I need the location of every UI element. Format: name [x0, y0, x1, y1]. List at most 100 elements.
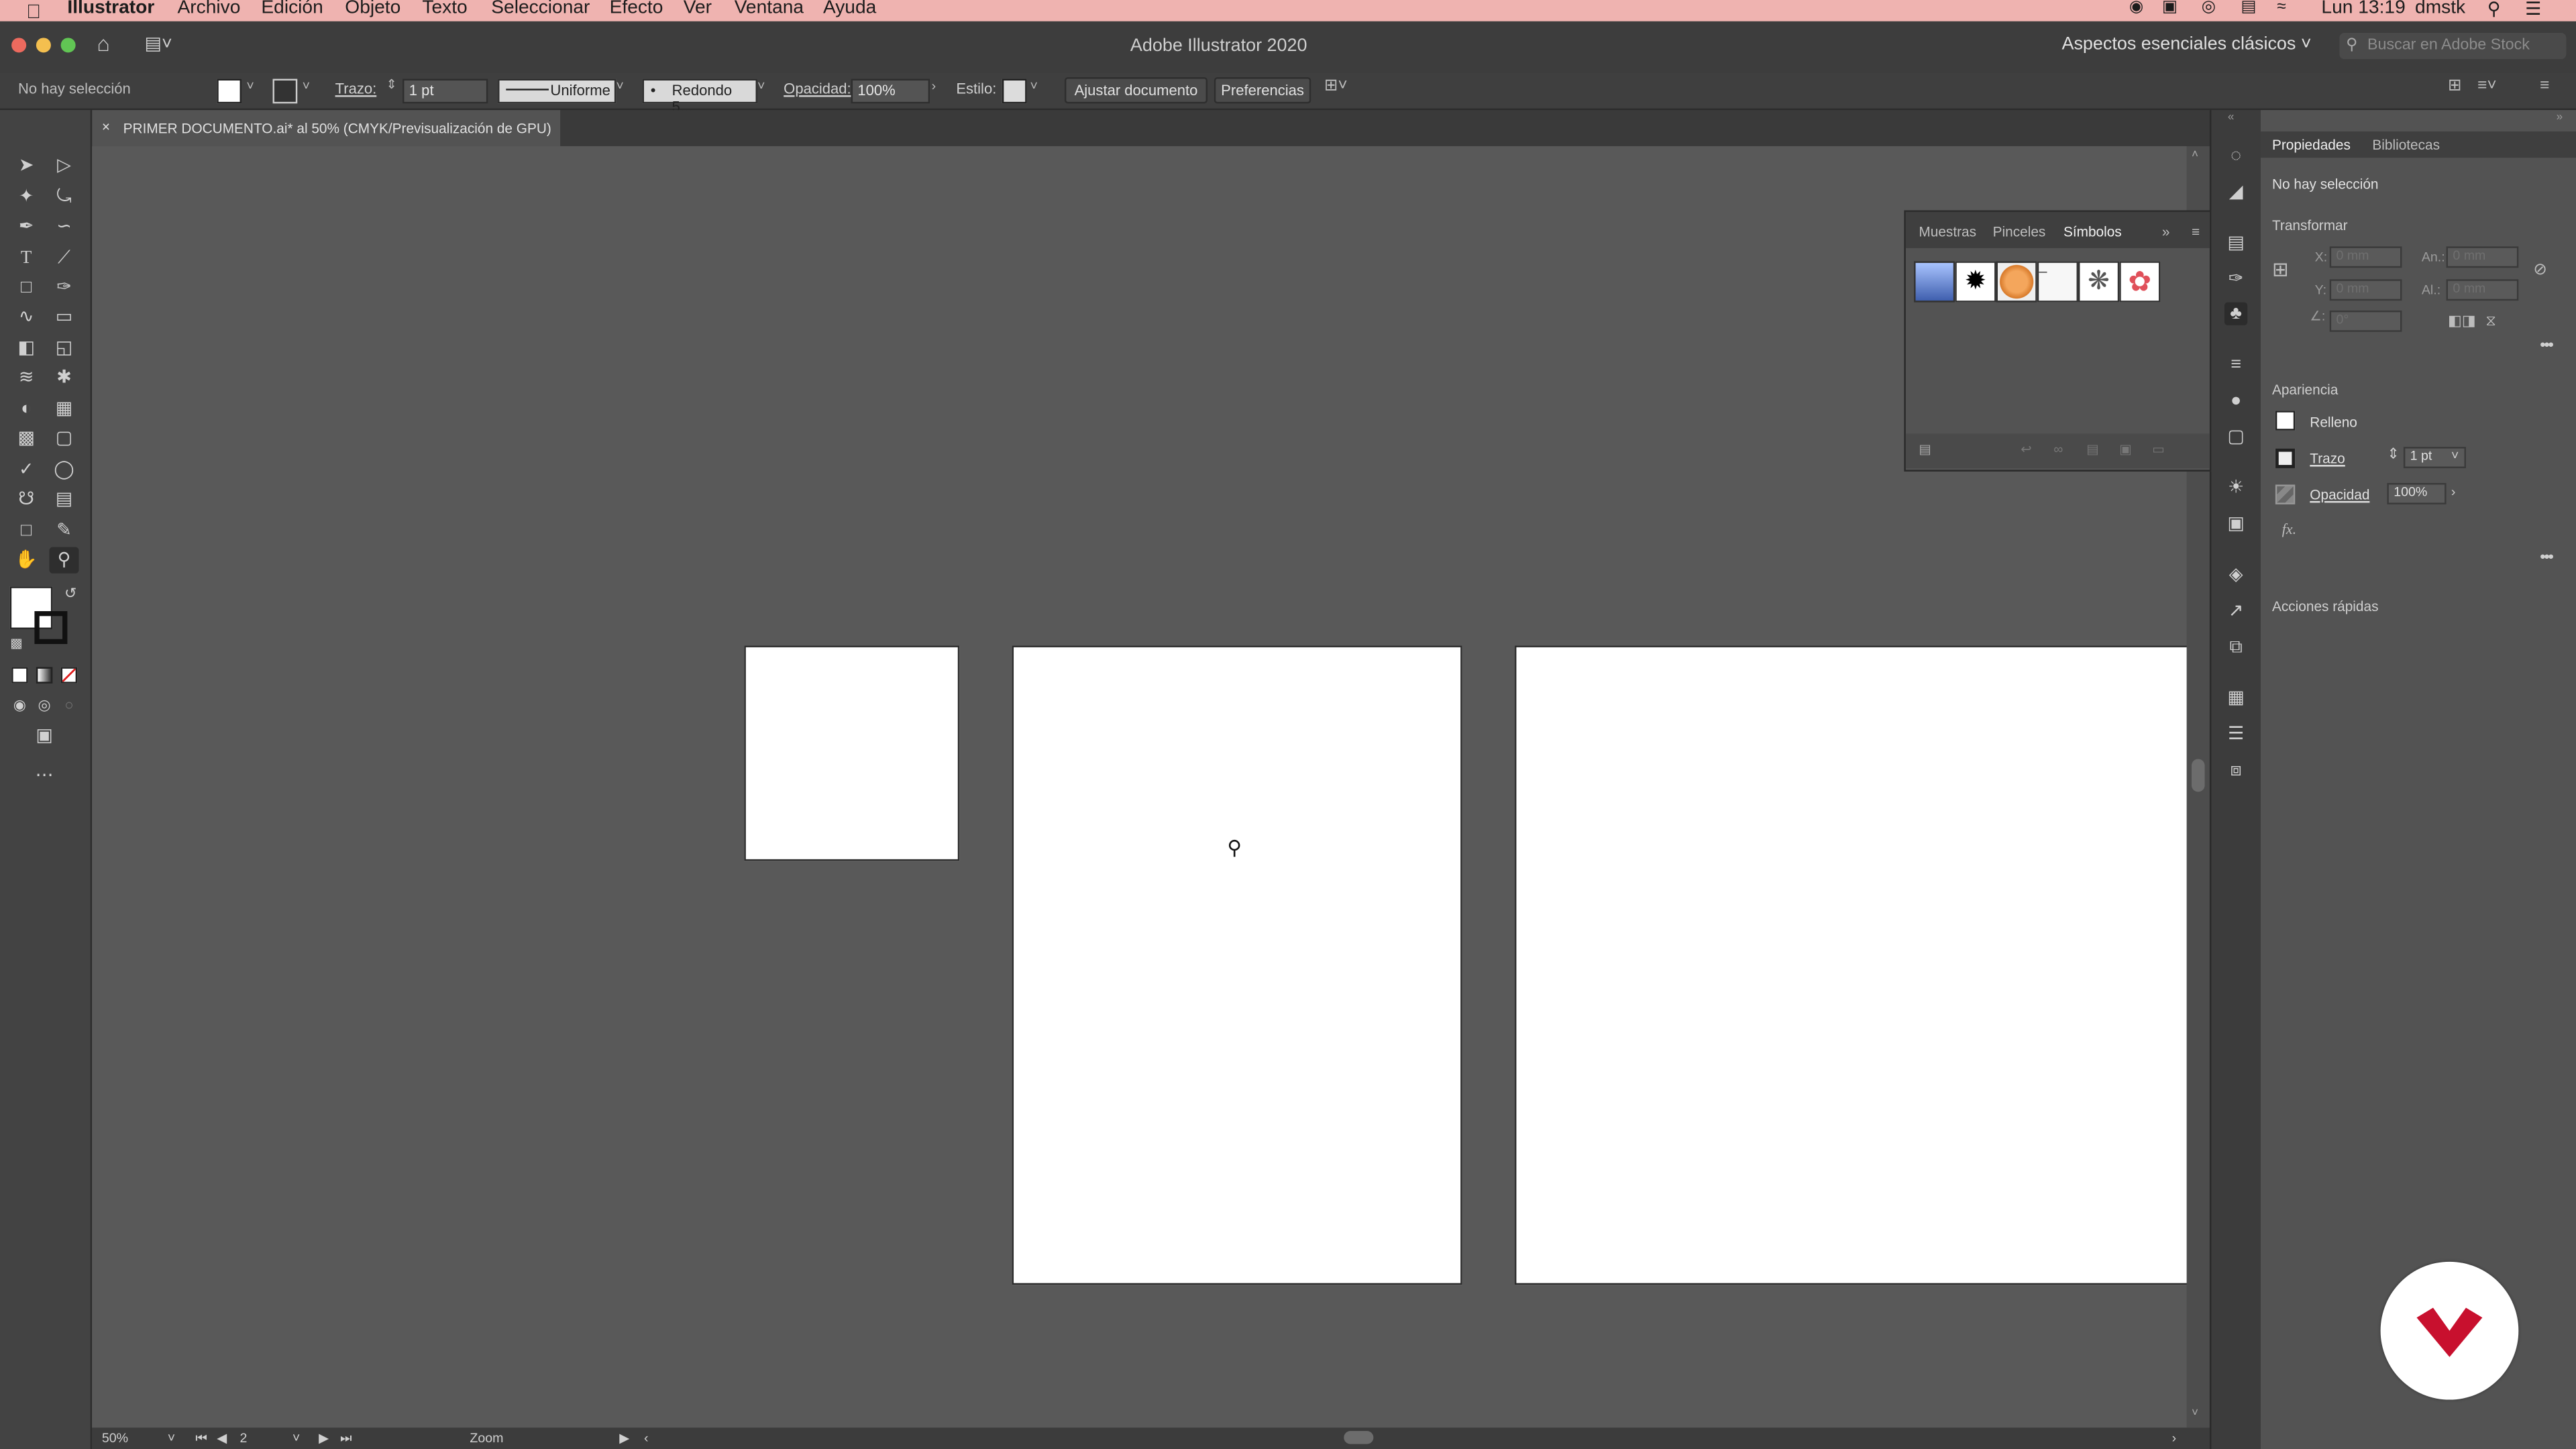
graphic-styles-icon[interactable]: ▣: [2224, 513, 2247, 535]
symbols-icon[interactable]: ♣: [2224, 302, 2248, 325]
clock[interactable]: Lun 13:19: [2321, 0, 2405, 18]
type-tool-icon[interactable]: T: [11, 245, 41, 271]
menu-objeto[interactable]: Objeto: [345, 0, 400, 18]
collapse-icon[interactable]: «: [2228, 112, 2235, 123]
hand-tool-icon[interactable]: ✋: [11, 547, 41, 574]
transform-icon[interactable]: ≡˅: [2477, 77, 2497, 95]
artboard-tool-icon[interactable]: □: [11, 517, 41, 543]
menu-seleccionar[interactable]: Seleccionar: [491, 0, 590, 18]
symbol-options-icon[interactable]: ▤: [2086, 442, 2099, 457]
artboard-3[interactable]: [1514, 645, 2194, 1285]
stroke-label[interactable]: Trazo: [2310, 450, 2345, 466]
opacity-field[interactable]: 100%: [2387, 483, 2447, 504]
line-tool-icon[interactable]: ⟋: [49, 245, 78, 271]
more-options-icon[interactable]: •••: [2540, 337, 2554, 355]
previous-artboard-icon[interactable]: ◀: [217, 1431, 227, 1446]
magic-wand-tool-icon[interactable]: ✦: [11, 184, 41, 210]
swap-fill-stroke-icon[interactable]: ↺: [56, 580, 85, 606]
artboard-dropdown-icon[interactable]: ˅: [292, 1431, 300, 1446]
horizontal-scroll-thumb[interactable]: [1344, 1431, 1374, 1444]
stroke-stepper-icon[interactable]: ⇕: [2387, 445, 2399, 464]
artboards-panel-icon[interactable]: ⧉: [2224, 636, 2247, 659]
cc-libraries-icon[interactable]: ◌: [2224, 145, 2247, 168]
brush-dropdown-icon[interactable]: ˅: [757, 79, 765, 94]
symbol-banner-icon[interactable]: [1914, 261, 1955, 303]
document-tab[interactable]: × PRIMER DOCUMENTO.ai* al 50% (CMYK/Prev…: [92, 110, 561, 146]
break-link-icon[interactable]: ∞: [2053, 442, 2063, 457]
layers-icon[interactable]: ◈: [2224, 564, 2247, 586]
reference-point-icon[interactable]: ⊞: [2272, 258, 2289, 280]
arrange-documents-icon[interactable]: ▤˅: [145, 33, 172, 54]
minimize-window-button[interactable]: [36, 38, 51, 53]
new-symbol-icon[interactable]: ▣: [2119, 442, 2132, 457]
stroke-swatch[interactable]: [272, 78, 298, 104]
transform-panel-icon[interactable]: ▦: [2224, 687, 2247, 710]
opacity-field[interactable]: 100%: [851, 78, 930, 104]
scroll-left-icon[interactable]: ‹: [644, 1431, 649, 1446]
symbol-libraries-icon[interactable]: ▤: [1919, 442, 1931, 457]
variable-width-profile[interactable]: Uniforme: [498, 78, 616, 104]
symbol-ring-icon[interactable]: ❋: [2078, 261, 2120, 303]
color-mode-icon[interactable]: [11, 667, 28, 684]
app-icon[interactable]: ▤: [2241, 0, 2256, 16]
expand-panels-icon[interactable]: »: [2557, 112, 2563, 123]
pen-tool-icon[interactable]: ✒: [11, 213, 41, 239]
stock-search-input[interactable]: ⚲ Buscar en Adobe Stock: [2339, 32, 2567, 60]
panel-menu-icon[interactable]: ≡: [2540, 77, 2549, 95]
symbol-sprayer-tool-icon[interactable]: ☋: [11, 486, 41, 513]
stroke-dropdown-icon[interactable]: ˅: [2451, 449, 2459, 464]
lasso-tool-icon[interactable]: ⤿: [49, 184, 78, 210]
style-dropdown-icon[interactable]: ˅: [1030, 79, 1038, 94]
stroke-panel-icon[interactable]: ≡: [2224, 354, 2247, 376]
close-icon[interactable]: ×: [102, 118, 110, 134]
artboard-2[interactable]: [1012, 645, 1462, 1285]
constrain-proportions-icon[interactable]: ⊘: [2533, 261, 2547, 279]
gradient-panel-icon[interactable]: ▢: [2224, 425, 2247, 448]
profile-dropdown-icon[interactable]: ˅: [616, 79, 623, 94]
chevron-right-icon[interactable]: ›: [932, 79, 936, 94]
scroll-up-icon[interactable]: ˄: [2192, 150, 2198, 161]
direct-selection-tool-icon[interactable]: ▷: [49, 153, 78, 179]
more-appearance-icon[interactable]: •••: [2540, 549, 2554, 567]
workspace-switcher[interactable]: Aspectos esenciales clásicos ˅: [2061, 34, 2311, 54]
home-icon[interactable]: ⌂: [97, 32, 109, 56]
stroke-stepper-icon[interactable]: ⇕: [386, 77, 397, 92]
gradient-tool-icon[interactable]: ▢: [49, 425, 78, 451]
control-center-icon[interactable]: ☰: [2525, 0, 2541, 19]
symbol-splash-icon[interactable]: ✹: [1955, 261, 1996, 303]
gradient-mode-icon[interactable]: [36, 667, 53, 684]
menu-efecto[interactable]: Efecto: [610, 0, 663, 18]
slice-tool-icon[interactable]: ✎: [49, 517, 78, 543]
creative-cloud-icon[interactable]: ◉: [2129, 0, 2143, 16]
tab-muestras[interactable]: Muestras: [1919, 223, 1976, 239]
zoom-window-button[interactable]: [60, 38, 76, 53]
artboards-icon[interactable]: ▤: [2224, 231, 2247, 254]
panel-menu-icon[interactable]: ≡: [2192, 223, 2200, 239]
menu-ver[interactable]: Ver: [684, 0, 712, 18]
width-field[interactable]: 0 mm: [2446, 246, 2519, 268]
fill-swatch[interactable]: [217, 78, 242, 104]
appearance-icon[interactable]: ☀: [2224, 476, 2247, 499]
last-artboard-icon[interactable]: ⏭: [340, 1431, 352, 1447]
none-mode-icon[interactable]: [60, 667, 78, 684]
preferences-button[interactable]: Preferencias: [1214, 77, 1311, 104]
expand-icon[interactable]: »: [2162, 223, 2170, 239]
default-fill-stroke-icon[interactable]: ▩: [1, 631, 31, 657]
close-window-button[interactable]: [11, 38, 27, 53]
brush-definition[interactable]: • Redondo 5...: [642, 78, 757, 115]
zoom-level[interactable]: 50%: [102, 1431, 128, 1446]
tab-bibliotecas[interactable]: Bibliotecas: [2372, 136, 2440, 152]
zoom-dropdown-icon[interactable]: ˅: [168, 1431, 175, 1446]
fx-button[interactable]: fx.: [2282, 521, 2296, 537]
stroke-swatch[interactable]: [2275, 448, 2296, 468]
apple-icon[interactable]: : [26, 0, 41, 23]
perspective-grid-tool-icon[interactable]: ▦: [49, 396, 78, 422]
scroll-down-icon[interactable]: ˅: [2192, 1408, 2198, 1419]
arrange-icon[interactable]: ⊞˅: [1324, 77, 1348, 95]
wifi-icon[interactable]: ≈: [2277, 0, 2286, 16]
rectangle-tool-icon[interactable]: □: [11, 274, 41, 301]
y-field[interactable]: 0 mm: [2329, 279, 2402, 301]
menu-archivo[interactable]: Archivo: [177, 0, 240, 18]
blend-tool-icon[interactable]: ◯: [49, 457, 78, 483]
artboard-number[interactable]: 2: [240, 1431, 248, 1446]
